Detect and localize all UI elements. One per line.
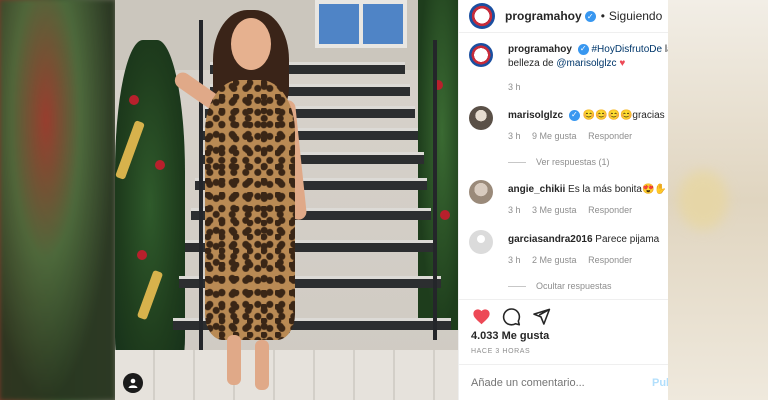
add-comment-bar: Publicar [459,364,668,400]
verified-icon: ✓ [568,109,580,121]
caption-hashtag[interactable]: #HoyDisfrutoDe [591,44,662,55]
backdrop-light [678,170,728,230]
comment-likes[interactable]: 9 Me gusta [532,131,577,141]
comment-time: 3 h [508,205,521,215]
comment-text: 😊😊😊😊gracias [582,110,665,121]
woman-face [231,18,271,70]
hide-replies-label[interactable]: Ocultar respuestas [536,279,612,293]
likes-count[interactable]: 4.033 Me gusta [471,330,549,342]
comment-username[interactable]: marisolglzc [508,110,563,121]
avatar-icon[interactable] [469,180,493,204]
caption-username[interactable]: programahoy [508,44,572,55]
ornament [440,210,450,220]
hide-replies-toggle[interactable]: Ocultar respuestas [508,279,668,293]
stair-railing [199,20,203,360]
woman-leg [227,335,241,385]
post-photo[interactable] [115,0,458,400]
caption-time: 3 h [508,82,521,92]
comment-text: Es la más bonita😍✋ [568,184,667,195]
comment-likes[interactable]: 3 Me gusta [532,205,577,215]
reply-button[interactable]: Responder [588,205,632,215]
paper-plane-icon[interactable] [531,306,551,326]
comment-username[interactable]: garciasandra2016 [508,234,593,245]
separator: • [600,9,605,23]
comments-list[interactable]: programahoy ✓ #HoyDisfrutoDe la belleza … [459,33,668,299]
replies-line [508,161,526,163]
stair-railing [433,40,437,340]
comment-icon[interactable] [501,306,521,326]
ornament [137,250,147,260]
default-avatar-icon[interactable] [469,230,493,254]
replies-line [508,285,526,287]
photo-window [315,0,407,48]
avatar[interactable] [469,3,495,29]
post-time-ago: HACE 3 HORAS [471,348,531,355]
comment-likes[interactable]: 2 Me gusta [532,255,577,265]
comment-text: Parece pijama [595,234,660,245]
reply-button[interactable]: Responder [588,131,632,141]
person-icon[interactable] [123,373,143,393]
view-replies-toggle[interactable]: Ver respuestas (1) [508,155,668,169]
follow-status[interactable]: Siguiendo [609,9,662,23]
heart-emoji: ♥ [619,58,626,69]
photo-floor [115,350,458,400]
comment-time: 3 h [508,131,521,141]
caption-mention[interactable]: @marisolglzc [556,58,616,69]
post-button[interactable]: Publicar [652,377,668,389]
view-replies-label[interactable]: Ver respuestas (1) [536,155,610,169]
ornament [129,95,139,105]
verified-icon: ✓ [577,43,589,55]
comment-time: 3 h [508,255,521,265]
heart-icon[interactable] [471,306,491,326]
header-username[interactable]: programahoy [505,9,582,23]
post-header: programahoy ✓ • Siguiendo [459,0,668,33]
comment-input[interactable] [471,373,631,393]
post-side-panel: programahoy ✓ • Siguiendo programahoy ✓ … [458,0,668,400]
avatar-icon[interactable] [469,106,493,130]
backdrop-left [0,0,115,400]
ornament [155,160,165,170]
comment-username[interactable]: angie_chikii [508,184,565,195]
post-actions: 4.033 Me gusta HACE 3 HORAS [459,299,668,369]
avatar[interactable] [469,43,493,67]
reply-button[interactable]: Responder [588,255,632,265]
verified-icon: ✓ [584,10,596,22]
woman-leg [255,340,269,390]
leopard-dress [205,80,295,340]
